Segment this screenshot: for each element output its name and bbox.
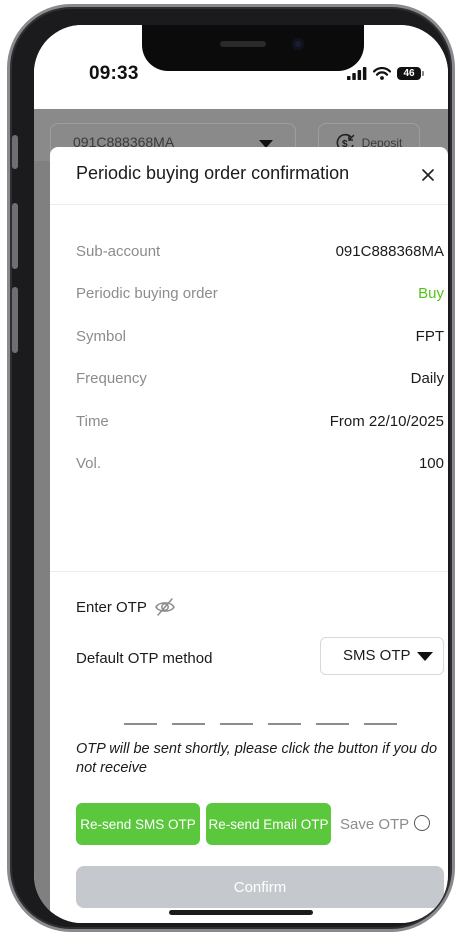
modal-title: Periodic buying order confirmation <box>76 163 350 183</box>
row-label: Frequency <box>76 370 147 387</box>
otp-hint-text: OTP will be sent shortly, please click t… <box>76 741 438 776</box>
notch <box>142 25 364 71</box>
confirm-button[interactable]: Confirm <box>76 866 444 908</box>
volume-up-button <box>12 203 18 269</box>
volume-down-button <box>12 287 18 353</box>
otp-digit-input[interactable] <box>364 707 397 725</box>
cellular-signal-icon <box>347 67 367 80</box>
otp-digit-inputs <box>124 707 397 725</box>
row-symbol: Symbol FPT <box>76 328 444 350</box>
row-time: Time From 22/10/2025 <box>76 413 444 435</box>
confirmation-modal: Periodic buying order confirmation Sub-a… <box>50 147 448 923</box>
row-label: Time <box>76 413 109 430</box>
otp-digit-input[interactable] <box>316 707 349 725</box>
otp-digit-input[interactable] <box>268 707 301 725</box>
resend-email-otp-button[interactable]: Re-send Email OTP <box>206 803 331 845</box>
row-sub-account: Sub-account 091C888368MA <box>76 243 444 265</box>
otp-digit-input[interactable] <box>220 707 253 725</box>
phone-frame: 09:33 46 091C888368MA $ Deposit Periodic… <box>7 4 455 932</box>
row-volume: Vol. 100 <box>76 455 444 477</box>
speaker-grille <box>220 41 266 47</box>
home-indicator <box>169 910 313 915</box>
caret-down-icon <box>417 652 433 661</box>
row-value: FPT <box>415 328 444 345</box>
otp-digit-input[interactable] <box>172 707 205 725</box>
row-order-side: Periodic buying order Buy <box>76 285 444 307</box>
row-label: Symbol <box>76 328 127 345</box>
save-otp-radio[interactable] <box>414 815 430 831</box>
phone-screen: 09:33 46 091C888368MA $ Deposit Periodic… <box>34 25 448 923</box>
battery-icon: 46 <box>397 67 424 80</box>
status-icons: 46 <box>347 67 424 80</box>
row-value: Daily <box>410 370 444 387</box>
row-frequency: Frequency Daily <box>76 370 444 392</box>
otp-method-value: SMS OTP <box>343 647 411 664</box>
front-camera <box>292 38 304 50</box>
row-label: Sub-account <box>76 243 161 260</box>
modal-header: Periodic buying order confirmation <box>50 147 448 205</box>
mute-switch <box>12 135 18 169</box>
close-icon[interactable] <box>420 167 436 183</box>
status-time: 09:33 <box>89 63 139 84</box>
row-value: 091C888368MA <box>335 243 444 260</box>
otp-method-select[interactable]: SMS OTP <box>320 637 444 675</box>
row-label: Periodic buying order <box>76 285 218 302</box>
row-value: 100 <box>418 455 444 472</box>
row-value: From 22/10/2025 <box>329 413 444 430</box>
save-otp-label: Save OTP <box>340 816 410 833</box>
otp-digit-input[interactable] <box>124 707 157 725</box>
section-divider <box>50 571 448 572</box>
row-label: Vol. <box>76 455 102 472</box>
wifi-icon <box>373 67 391 80</box>
eye-off-icon[interactable] <box>154 596 176 618</box>
row-value-buy: Buy <box>418 285 444 302</box>
otp-method-label: Default OTP method <box>76 650 213 667</box>
resend-sms-otp-button[interactable]: Re-send SMS OTP <box>76 803 200 845</box>
otp-section-title: Enter OTP <box>76 599 147 616</box>
